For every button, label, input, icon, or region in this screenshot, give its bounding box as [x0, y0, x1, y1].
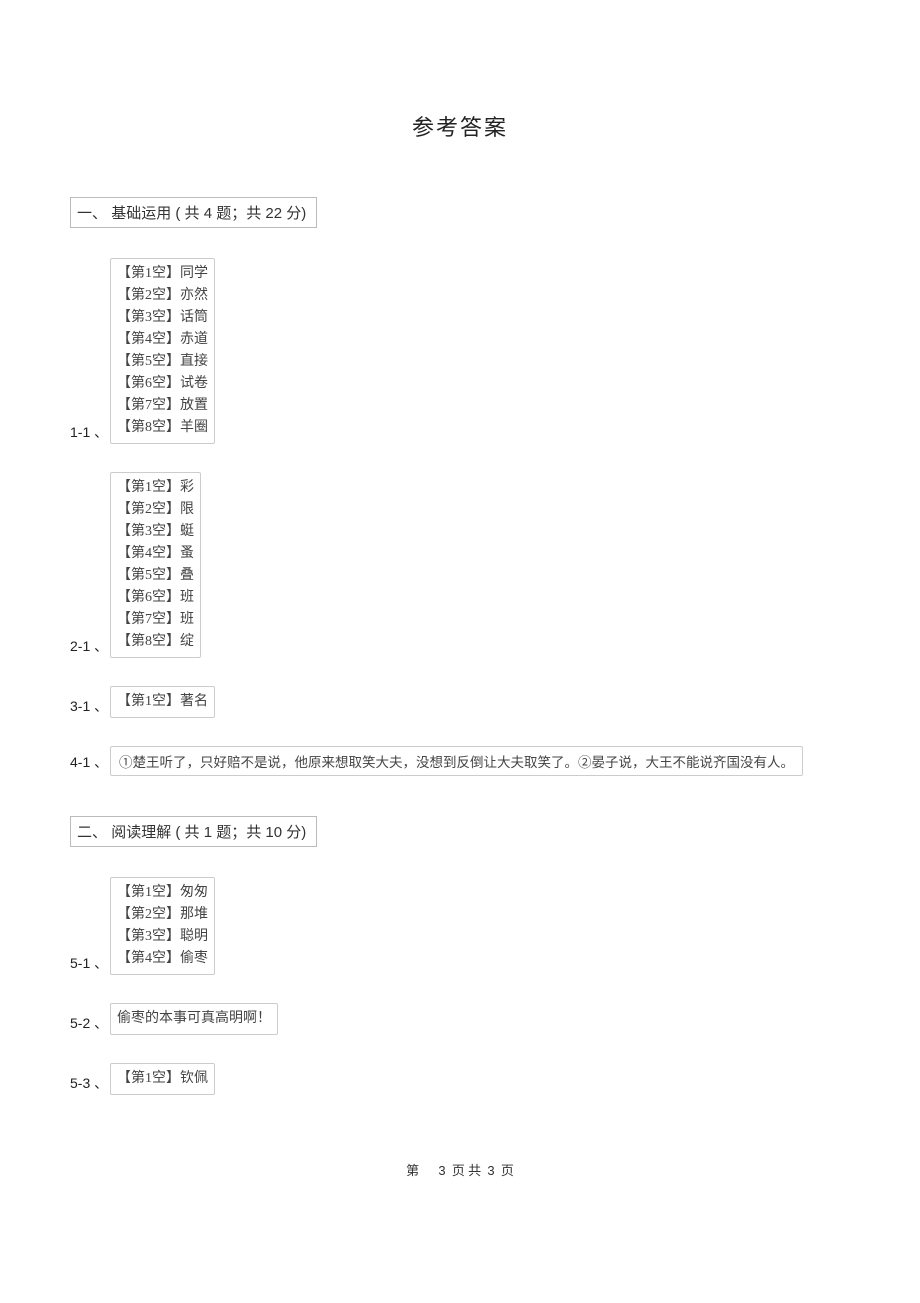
answer-5-3-label: 5-3 、 — [70, 1073, 108, 1093]
page-container: 参考答案 一、 基础运用 ( 共 4 题；共 22 分) 1-1 、 【第1空】… — [0, 0, 920, 1220]
section-1-num: 一、 — [77, 205, 107, 222]
answer-3-1: 3-1 、 【第1空】著名 — [70, 686, 850, 718]
section-1-mid: 题；共 — [212, 205, 265, 222]
answer-5-1: 5-1 、 【第1空】匆匆 【第2空】那堆 【第3空】聪明 【第4空】偷枣 — [70, 877, 850, 975]
answer-3-1-label: 3-1 、 — [70, 696, 108, 716]
answer-1-1-label: 1-1 、 — [70, 422, 108, 442]
answer-5-2: 5-2 、 偷枣的本事可真高明啊！ — [70, 1003, 850, 1035]
q2-slot-4: 【第4空】蚤 — [117, 543, 194, 565]
answer-1-1: 1-1 、 【第1空】同学 【第2空】亦然 【第3空】话筒 【第4空】赤道 【第… — [70, 258, 850, 444]
q2-slot-1: 【第1空】彩 — [117, 477, 194, 499]
q2-slot-5: 【第5空】叠 — [117, 565, 194, 587]
section-1-close: 分) — [282, 205, 306, 222]
answer-5-2-label: 5-2 、 — [70, 1013, 108, 1033]
footer-middle: 页 共 — [452, 1163, 481, 1178]
page-footer: 第 3 页 共 3 页 — [70, 1160, 850, 1179]
section-1-header: 一、 基础运用 ( 共 4 题；共 22 分) — [70, 197, 317, 228]
answer-1-1-box: 【第1空】同学 【第2空】亦然 【第3空】话筒 【第4空】赤道 【第5空】直接 … — [110, 258, 215, 444]
q1-slot-7: 【第7空】放置 — [117, 395, 208, 417]
answer-5-3: 5-3 、 【第1空】钦佩 — [70, 1063, 850, 1095]
q2-slot-2: 【第2空】限 — [117, 499, 194, 521]
q2-slot-8: 【第8空】绽 — [117, 631, 194, 653]
q1-slot-8: 【第8空】羊圈 — [117, 417, 208, 439]
q5-1-slot-4: 【第4空】偷枣 — [117, 948, 208, 970]
section-2-points: 10 — [265, 824, 282, 841]
section-2-name: 阅读理解 — [111, 824, 171, 841]
footer-suffix: 页 — [501, 1163, 514, 1178]
q1-slot-2: 【第2空】亦然 — [117, 285, 208, 307]
q2-slot-7: 【第7空】班 — [117, 609, 194, 631]
q5-3-slot-1: 【第1空】钦佩 — [117, 1068, 208, 1090]
footer-current-page: 3 — [435, 1163, 448, 1178]
page-title: 参考答案 — [70, 110, 850, 142]
section-2-close: 分) — [282, 824, 306, 841]
section-1-qcount: 4 — [204, 205, 212, 222]
q5-1-slot-1: 【第1空】匆匆 — [117, 882, 208, 904]
answer-5-1-label: 5-1 、 — [70, 953, 108, 973]
answer-4-1-label: 4-1 、 — [70, 752, 108, 772]
q5-1-slot-3: 【第3空】聪明 — [117, 926, 208, 948]
section-2-count-open: ( 共 — [175, 824, 203, 841]
section-1-count-open: ( 共 — [175, 205, 203, 222]
q1-slot-5: 【第5空】直接 — [117, 351, 208, 373]
q1-slot-6: 【第6空】试卷 — [117, 373, 208, 395]
answer-4-1: 4-1 、 ①楚王听了，只好赔不是说，他原来想取笑大夫，没想到反倒让大夫取笑了。… — [70, 746, 850, 776]
section-2-header: 二、 阅读理解 ( 共 1 题；共 10 分) — [70, 816, 317, 847]
answer-5-1-box: 【第1空】匆匆 【第2空】那堆 【第3空】聪明 【第4空】偷枣 — [110, 877, 215, 975]
q1-slot-3: 【第3空】话筒 — [117, 307, 208, 329]
q5-2-text: 偷枣的本事可真高明啊！ — [117, 1008, 271, 1030]
q2-slot-6: 【第6空】班 — [117, 587, 194, 609]
answer-2-1-box: 【第1空】彩 【第2空】限 【第3空】蜓 【第4空】蚤 【第5空】叠 【第6空】… — [110, 472, 201, 658]
answer-2-1-label: 2-1 、 — [70, 636, 108, 656]
answer-5-3-box: 【第1空】钦佩 — [110, 1063, 215, 1095]
section-1-points: 22 — [265, 205, 282, 222]
answer-4-1-box: ①楚王听了，只好赔不是说，他原来想取笑大夫，没想到反倒让大夫取笑了。②晏子说，大… — [110, 746, 803, 776]
footer-prefix: 第 — [406, 1163, 419, 1178]
section-2-mid: 题；共 — [212, 824, 265, 841]
answer-5-2-box: 偷枣的本事可真高明啊！ — [110, 1003, 278, 1035]
answer-2-1: 2-1 、 【第1空】彩 【第2空】限 【第3空】蜓 【第4空】蚤 【第5空】叠… — [70, 472, 850, 658]
q2-slot-3: 【第3空】蜓 — [117, 521, 194, 543]
section-1-name: 基础运用 — [111, 205, 171, 222]
q3-slot-1: 【第1空】著名 — [117, 691, 208, 713]
answer-3-1-box: 【第1空】著名 — [110, 686, 215, 718]
q1-slot-1: 【第1空】同学 — [117, 263, 208, 285]
section-2-qcount: 1 — [204, 824, 212, 841]
q5-1-slot-2: 【第2空】那堆 — [117, 904, 208, 926]
footer-total-pages: 3 — [484, 1163, 497, 1178]
section-2-num: 二、 — [77, 824, 107, 841]
q1-slot-4: 【第4空】赤道 — [117, 329, 208, 351]
